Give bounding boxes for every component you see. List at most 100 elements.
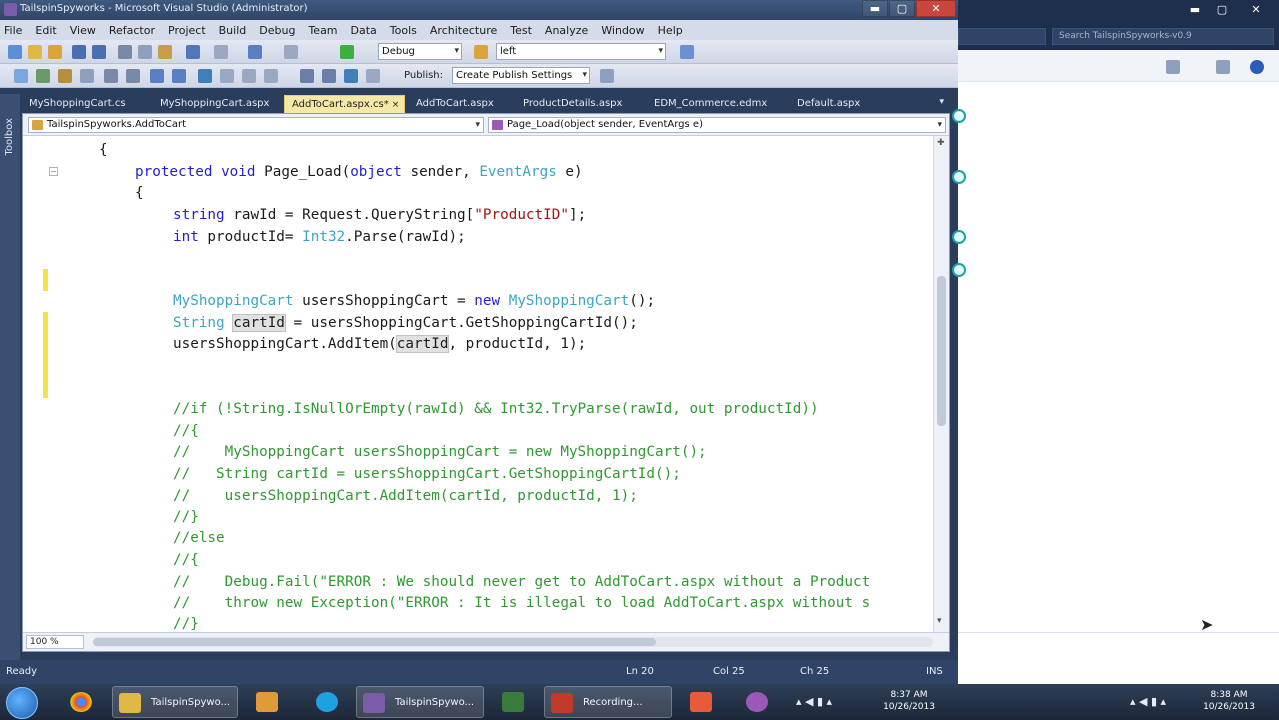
solution-explorer-icon[interactable] <box>680 45 694 59</box>
minimize-button[interactable]: ▬ <box>862 0 888 17</box>
toolbox-strip[interactable]: Toolbox <box>0 94 20 660</box>
tray-icons-right[interactable]: ▴ ◀ ▮ ▴ <box>1130 695 1166 708</box>
scroll-down-icon[interactable]: ▾ <box>937 616 942 626</box>
redo-icon[interactable] <box>214 45 228 59</box>
horizontal-scrollbar[interactable] <box>93 637 933 647</box>
close-button[interactable]: ✕ <box>916 0 956 17</box>
save-all-icon[interactable] <box>92 45 106 59</box>
start-debugging-icon[interactable] <box>340 45 354 59</box>
layout-icon[interactable] <box>300 69 314 83</box>
publish-settings-combo[interactable]: Create Publish Settings <box>452 67 590 84</box>
find-combo[interactable]: left <box>496 43 666 60</box>
comment-icon[interactable] <box>150 69 164 83</box>
window-layout-icon[interactable] <box>1216 60 1230 74</box>
copy-icon[interactable] <box>138 45 152 59</box>
right-search-input[interactable]: Search TailspinSpyworks-v0.9 <box>1052 28 1274 45</box>
navigate-forward-icon[interactable] <box>284 45 298 59</box>
menu-refactor[interactable]: Refactor <box>109 24 155 37</box>
format-icon[interactable] <box>58 69 72 83</box>
previous-bookmark-icon[interactable] <box>220 69 234 83</box>
save-icon[interactable] <box>72 45 86 59</box>
html-tag-icon[interactable] <box>36 69 50 83</box>
tab-addtocart-aspx-cs[interactable]: AddToCart.aspx.cs* × <box>284 95 405 113</box>
type-combo[interactable]: TailspinSpyworks.AddToCart <box>28 117 484 133</box>
menu-edit[interactable]: Edit <box>35 24 56 37</box>
tab-addtocart-aspx[interactable]: AddToCart.aspx <box>409 95 512 113</box>
menu-file[interactable]: File <box>4 24 22 37</box>
tools-taskbar-button[interactable] <box>496 686 532 718</box>
tab-myshoppingcart-cs[interactable]: MyShoppingCart.cs <box>22 95 149 113</box>
menu-help[interactable]: Help <box>658 24 683 37</box>
tab-myshoppingcart-aspx[interactable]: MyShoppingCart.aspx <box>153 95 280 113</box>
font-size-icon[interactable] <box>80 69 94 83</box>
solution-configuration-combo[interactable]: Debug <box>378 43 462 60</box>
clock-right[interactable]: 8:38 AM 10/26/2013 <box>1200 689 1258 713</box>
menu-build[interactable]: Build <box>219 24 247 37</box>
menu-team[interactable]: Team <box>308 24 337 37</box>
find-in-files-icon[interactable] <box>474 45 488 59</box>
clear-bookmarks-icon[interactable] <box>264 69 278 83</box>
add-item-icon[interactable] <box>28 45 42 59</box>
help-icon[interactable] <box>1250 60 1264 74</box>
align-icon[interactable] <box>366 69 380 83</box>
menu-architecture[interactable]: Architecture <box>430 24 497 37</box>
tab-productdetails-aspx[interactable]: ProductDetails.aspx <box>516 95 643 113</box>
outline-collapse-icon[interactable]: − <box>49 167 58 176</box>
code-editor[interactable]: TailspinSpyworks.AddToCart Page_Load(obj… <box>22 113 950 652</box>
chrome-taskbar-button[interactable] <box>64 686 100 718</box>
grid-app-taskbar-button[interactable] <box>684 686 720 718</box>
menu-window[interactable]: Window <box>601 24 644 37</box>
explorer-taskbar-button[interactable]: TailspinSpywo... <box>112 686 238 718</box>
undo-icon[interactable] <box>186 45 200 59</box>
publish-web-icon[interactable] <box>600 69 614 83</box>
menu-debug[interactable]: Debug <box>259 24 295 37</box>
tab-edm-commerce-edmx[interactable]: EDM_Commerce.edmx <box>647 95 786 113</box>
right-close-button[interactable]: ✕ <box>1236 1 1276 18</box>
menu-analyze[interactable]: Analyze <box>545 24 588 37</box>
visual-studio-taskbar-button[interactable]: TailspinSpywo... <box>356 686 484 718</box>
menu-test[interactable]: Test <box>510 24 532 37</box>
tray-icons[interactable]: ▴ ◀ ▮ ▴ <box>796 695 832 708</box>
next-bookmark-icon[interactable] <box>242 69 256 83</box>
member-combo[interactable]: Page_Load(object sender, EventArgs e) <box>488 117 946 133</box>
view-options-icon[interactable] <box>1166 60 1180 74</box>
cut-icon[interactable] <box>118 45 132 59</box>
tab-default-aspx[interactable]: Default.aspx <box>790 95 900 113</box>
split-icon[interactable]: ✚ <box>937 138 945 148</box>
browse-icon[interactable] <box>14 69 28 83</box>
maximize-button[interactable]: ▢ <box>889 0 915 17</box>
menu-data[interactable]: Data <box>351 24 377 37</box>
clock-left[interactable]: 8:37 AM 10/26/2013 <box>880 689 938 713</box>
right-minimize-button[interactable]: ▬ <box>1182 1 1208 18</box>
paste-icon[interactable] <box>158 45 172 59</box>
tab-overflow-icon[interactable]: ▾ <box>939 97 944 107</box>
zoom-combo[interactable]: 100 % <box>26 635 84 649</box>
navigate-backward-icon[interactable] <box>248 45 262 59</box>
orb-app-taskbar-button[interactable] <box>740 686 776 718</box>
title-bar[interactable]: TailspinSpyworks - Microsoft Visual Stud… <box>0 0 958 20</box>
open-file-icon[interactable] <box>48 45 62 59</box>
new-project-icon[interactable] <box>8 45 22 59</box>
right-maximize-button[interactable]: ▢ <box>1209 1 1235 18</box>
indent-icon[interactable] <box>104 69 118 83</box>
status-circle-icon <box>952 109 966 123</box>
menu-tools[interactable]: Tools <box>390 24 417 37</box>
vertical-scrollbar[interactable]: ✚ ▾ <box>933 136 949 632</box>
outdent-icon[interactable] <box>126 69 140 83</box>
uncomment-icon[interactable] <box>172 69 186 83</box>
media-taskbar-button[interactable] <box>250 686 286 718</box>
menu-view[interactable]: View <box>70 24 96 37</box>
bookmark-icon[interactable] <box>198 69 212 83</box>
right-title-bar[interactable]: ▬ ▢ ✕ <box>958 0 1279 22</box>
start-button[interactable] <box>6 687 38 719</box>
horizontal-scroll-thumb[interactable] <box>93 638 656 646</box>
table-icon[interactable] <box>322 69 336 83</box>
tab-close-icon[interactable]: × <box>392 100 400 110</box>
deploy-icon[interactable] <box>344 69 358 83</box>
skype-taskbar-button[interactable] <box>310 686 346 718</box>
vertical-scroll-thumb[interactable] <box>937 276 946 426</box>
recording-taskbar-button[interactable]: Recording... <box>544 686 672 718</box>
menu-project[interactable]: Project <box>168 24 206 37</box>
right-combo[interactable] <box>958 28 1046 45</box>
code-text[interactable]: { protected void Page_Load(object sender… <box>59 136 933 632</box>
